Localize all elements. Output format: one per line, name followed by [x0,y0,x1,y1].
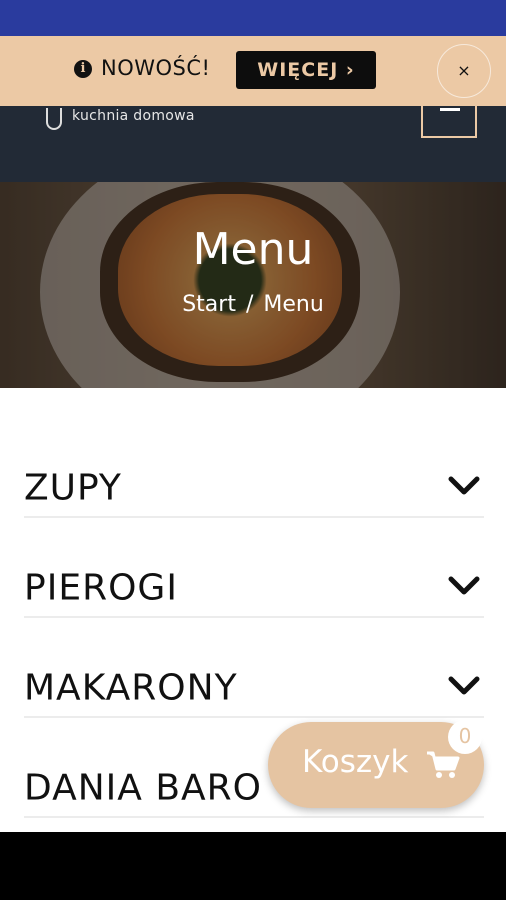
status-bar [0,0,506,36]
hamburger-icon [440,108,460,111]
menu-category-makarony[interactable]: MAKARONY [24,618,484,718]
promo-bar: i NOWOŚĆ! WIĘCEJ › × [0,36,506,106]
cart-label: Koszyk [302,744,409,780]
more-button[interactable]: WIĘCEJ › [236,51,376,89]
promo-text: NOWOŚĆ! [101,56,211,80]
chevron-down-icon [448,576,480,595]
page-title: Menu [192,224,314,275]
logo-icon[interactable] [46,108,62,130]
menu-category-label: MAKARONY [24,667,238,709]
breadcrumb: Start / Menu [0,292,506,317]
menu-category-pierogi[interactable]: PIEROGI [24,518,484,618]
info-icon: i [74,60,92,78]
navigation-bar [0,832,506,900]
logo-tagline[interactable]: kuchnia domowa [72,108,195,124]
hero-banner: Menu Start / Menu [0,182,506,388]
hero-overlay [0,182,506,388]
close-button[interactable]: × [437,44,491,98]
breadcrumb-start-link[interactable]: Start [182,292,236,317]
hamburger-menu-button[interactable] [421,104,477,138]
menu-category-zupy[interactable]: ZUPY [24,418,484,518]
menu-category-label: DANIA BARO [24,767,263,809]
shopping-cart-icon [427,751,460,778]
menu-category-label: PIEROGI [24,567,178,609]
breadcrumb-current: Menu [263,292,324,317]
site-header: kuchnia domowa [0,104,506,182]
chevron-down-icon [448,676,480,695]
chevron-down-icon [448,476,480,495]
breadcrumb-separator: / [245,292,254,317]
cart-count-badge: 0 [448,720,482,754]
menu-category-label: ZUPY [24,467,122,509]
